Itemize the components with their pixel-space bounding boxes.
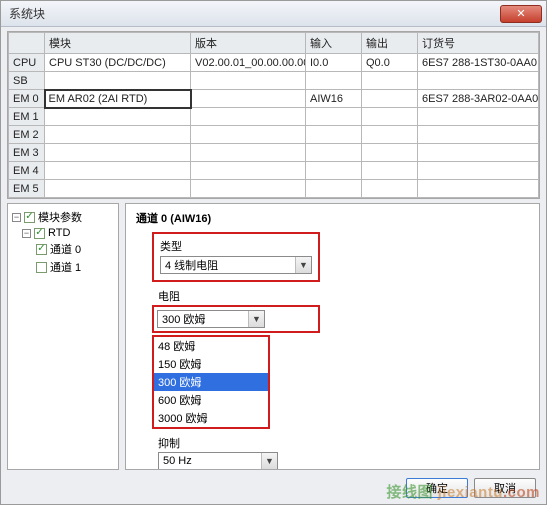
channel-heading: 通道 0 (AIW16): [136, 210, 529, 226]
cell-module-active[interactable]: EM AR02 (2AI RTD): [45, 90, 191, 108]
resistance-field-group: 电阻 300 欧姆 ▼ 48 欧姆 150 欧姆 300 欧姆 600 欧姆 3…: [152, 288, 320, 429]
cancel-button[interactable]: 取消: [474, 478, 536, 498]
cell-version[interactable]: [191, 90, 306, 108]
row-head: EM 3: [9, 144, 45, 162]
grid-header-row: 模块 版本 输入 输出 订货号: [9, 33, 539, 54]
cell-order[interactable]: 6ES7 288-1ST30-0AA0: [418, 54, 539, 72]
resistance-combo[interactable]: 300 欧姆 ▼: [157, 310, 265, 328]
tree-ch0-label: 通道 0: [50, 241, 81, 257]
tree-rtd[interactable]: − ✓ RTD: [10, 226, 116, 240]
dialog-button-row: 确定 取消: [406, 478, 536, 498]
tree-ch1-label: 通道 1: [50, 259, 81, 275]
tree-root[interactable]: − ✓ 模块参数: [10, 208, 116, 226]
checkbox-icon[interactable]: ✓: [34, 228, 45, 239]
cell-version[interactable]: [191, 72, 306, 90]
tree-panel[interactable]: − ✓ 模块参数 − ✓ RTD ✓ 通道 0 ✓ 通道 1: [7, 203, 119, 470]
row-head: SB: [9, 72, 45, 90]
cell-out[interactable]: Q0.0: [362, 54, 418, 72]
table-row[interactable]: SB: [9, 72, 539, 90]
table-row[interactable]: EM 1: [9, 108, 539, 126]
checkbox-icon[interactable]: ✓: [36, 262, 47, 273]
expander-icon[interactable]: −: [22, 229, 31, 238]
window-title: 系统块: [9, 5, 500, 22]
tree-channel-1[interactable]: ✓ 通道 1: [10, 258, 116, 276]
suppress-label: 抑制: [158, 435, 529, 451]
suppress-value: 50 Hz: [159, 455, 261, 467]
checkbox-icon[interactable]: ✓: [36, 244, 47, 255]
cell-order[interactable]: 6ES7 288-3AR02-0AA0: [418, 90, 539, 108]
row-head: EM 1: [9, 108, 45, 126]
resistance-option[interactable]: 600 欧姆: [154, 391, 268, 409]
module-grid-container: 模块 版本 输入 输出 订货号 CPU CPU ST30 (DC/DC/DC) …: [7, 31, 540, 199]
row-head: EM 0: [9, 90, 45, 108]
close-icon: ✕: [516, 7, 525, 20]
cell-in[interactable]: [306, 72, 362, 90]
system-block-dialog: 系统块 ✕ 模块 版本 输入 输出 订货号 CPU: [0, 0, 547, 505]
grid-header-version[interactable]: 版本: [191, 33, 306, 54]
table-row[interactable]: EM 5: [9, 180, 539, 198]
table-row[interactable]: EM 4: [9, 162, 539, 180]
type-label: 类型: [160, 238, 312, 254]
type-combo-value: 4 线制电阻: [161, 257, 295, 273]
suppress-field: 抑制 50 Hz ▼: [158, 435, 529, 470]
resistance-combo-value: 300 欧姆: [158, 311, 248, 327]
grid-header-input[interactable]: 输入: [306, 33, 362, 54]
tree-channel-0[interactable]: ✓ 通道 0: [10, 240, 116, 258]
table-row[interactable]: CPU CPU ST30 (DC/DC/DC) V02.00.01_00.00.…: [9, 54, 539, 72]
cell-out[interactable]: [362, 72, 418, 90]
table-row[interactable]: EM 2: [9, 126, 539, 144]
type-field-group: 类型 4 线制电阻 ▼: [152, 232, 320, 282]
table-row[interactable]: EM 3: [9, 144, 539, 162]
cell-module[interactable]: CPU ST30 (DC/DC/DC): [45, 54, 191, 72]
resistance-option[interactable]: 48 欧姆: [154, 337, 268, 355]
row-head: EM 4: [9, 162, 45, 180]
expander-icon[interactable]: −: [12, 213, 21, 222]
cell-version[interactable]: V02.00.01_00.00.00.00: [191, 54, 306, 72]
table-row[interactable]: EM 0 EM AR02 (2AI RTD) AIW16 6ES7 288-3A…: [9, 90, 539, 108]
resistance-option[interactable]: 3000 欧姆: [154, 409, 268, 427]
titlebar: 系统块 ✕: [1, 1, 546, 27]
grid-header-blank: [9, 33, 45, 54]
cell-in[interactable]: I0.0: [306, 54, 362, 72]
close-button[interactable]: ✕: [500, 5, 542, 23]
row-head: CPU: [9, 54, 45, 72]
checkbox-icon[interactable]: ✓: [24, 212, 35, 223]
lower-pane: − ✓ 模块参数 − ✓ RTD ✓ 通道 0 ✓ 通道 1 通道 0 (AIW…: [7, 203, 540, 470]
row-head: EM 2: [9, 126, 45, 144]
grid-header-module[interactable]: 模块: [45, 33, 191, 54]
chevron-down-icon: ▼: [248, 311, 264, 327]
chevron-down-icon: ▼: [295, 257, 311, 273]
form-panel: 通道 0 (AIW16) 类型 4 线制电阻 ▼ 电阻 300 欧姆 ▼: [125, 203, 540, 470]
suppress-combo[interactable]: 50 Hz ▼: [158, 452, 278, 470]
resistance-option-selected[interactable]: 300 欧姆: [154, 373, 268, 391]
grid-header-order[interactable]: 订货号: [418, 33, 539, 54]
resistance-dropdown-list[interactable]: 48 欧姆 150 欧姆 300 欧姆 600 欧姆 3000 欧姆: [152, 335, 270, 429]
resistance-combo-highlight: 300 欧姆 ▼: [152, 305, 320, 333]
ok-button[interactable]: 确定: [406, 478, 468, 498]
module-grid[interactable]: 模块 版本 输入 输出 订货号 CPU CPU ST30 (DC/DC/DC) …: [8, 32, 539, 198]
cell-in[interactable]: AIW16: [306, 90, 362, 108]
tree-root-label: 模块参数: [38, 209, 82, 225]
cell-order[interactable]: [418, 72, 539, 90]
grid-header-output[interactable]: 输出: [362, 33, 418, 54]
tree-rtd-label: RTD: [48, 227, 70, 239]
cell-module[interactable]: [45, 72, 191, 90]
cell-module[interactable]: [45, 108, 191, 126]
type-combo[interactable]: 4 线制电阻 ▼: [160, 256, 312, 274]
resistance-label: 电阻: [158, 288, 320, 304]
resistance-option[interactable]: 150 欧姆: [154, 355, 268, 373]
cell-out[interactable]: [362, 90, 418, 108]
chevron-down-icon: ▼: [261, 453, 277, 469]
row-head: EM 5: [9, 180, 45, 198]
